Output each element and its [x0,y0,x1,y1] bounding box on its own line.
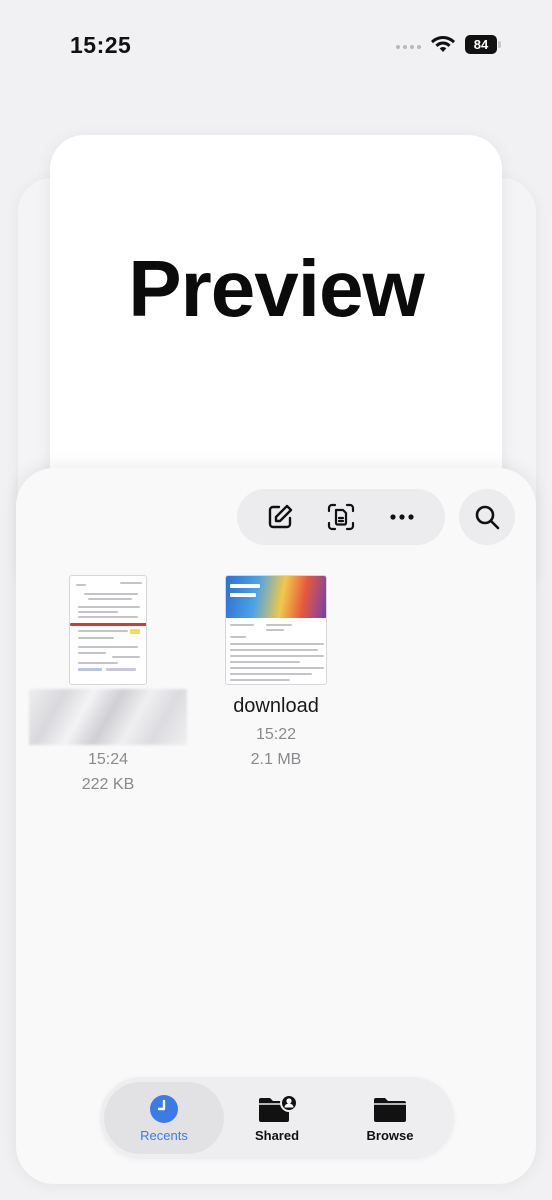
compose-button[interactable] [258,495,302,539]
scan-document-button[interactable] [319,495,363,539]
tab-recents[interactable]: Recents [104,1082,224,1154]
more-button[interactable] [380,495,424,539]
file-size: 2.1 MB [250,751,302,768]
battery-level: 84 [473,37,489,52]
file-thumbnail[interactable] [225,575,327,685]
file-size: 222 KB [81,776,135,793]
folder-icon [374,1097,406,1122]
toolbar [237,489,445,545]
shared-folder-icon [259,1093,297,1122]
tab-shared[interactable]: Shared [217,1082,337,1154]
search-button[interactable] [459,489,515,545]
file-thumbnail[interactable] [69,575,147,685]
status-bar: 15:25 84 [0,0,552,90]
file-name-redacted [29,689,187,745]
tab-bar: Recents Shared Browse [100,1077,454,1159]
scan-document-icon [327,503,355,531]
tab-label: Recents [140,1127,188,1143]
file-time: 15:22 [255,726,297,743]
file-name: download [233,695,319,717]
wifi-icon [431,36,455,52]
screen: 15:25 84 Preview 15:24 222 KB download 1… [0,0,552,1200]
file-time: 15:24 [87,751,129,768]
signal-dots-icon [396,45,421,49]
clock-icon [150,1094,178,1123]
file-item[interactable]: 15:24 222 KB [28,575,188,794]
app-title: Preview [128,244,424,333]
battery-icon: 84 [465,35,501,54]
more-icon [390,514,414,520]
file-item[interactable]: download 15:22 2.1 MB [196,575,356,769]
search-icon [475,505,500,530]
tab-label: Browse [366,1127,414,1143]
tab-label: Shared [254,1127,300,1143]
status-time: 15:25 [70,32,132,58]
compose-icon [268,504,292,529]
tab-browse[interactable]: Browse [330,1082,450,1154]
